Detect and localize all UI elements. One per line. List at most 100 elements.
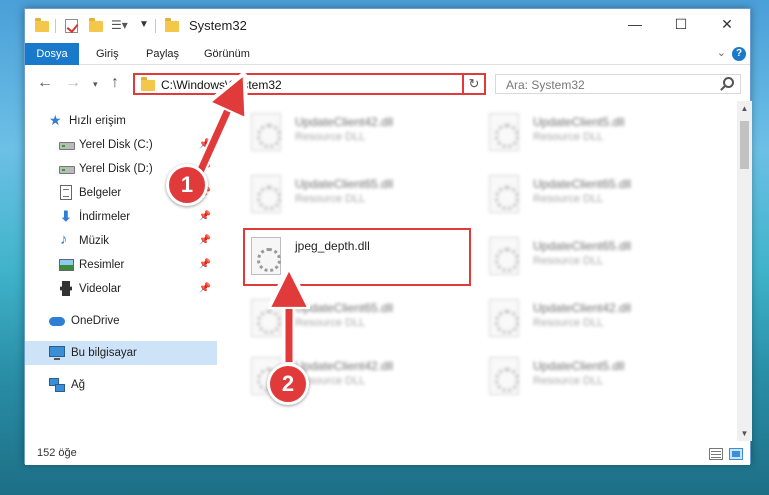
file-item[interactable]: UpdateClient42.dll Resource DLL [483,295,703,347]
network-icon [49,378,65,392]
dll-file-icon [489,113,519,151]
file-item[interactable]: UpdateClient65.dll Resource DLL [483,171,703,223]
properties-icon[interactable] [65,19,78,33]
computer-icon [49,346,65,360]
scrollbar-thumb[interactable] [740,121,749,169]
navigation-pane: ★ Hızlı erişim Yerel Disk (C:) 📌 Yerel D… [25,101,219,441]
scroll-down-icon[interactable]: ▼ [737,426,752,441]
pin-icon[interactable]: 📌 [199,229,211,253]
sidebar-item-network[interactable]: Ağ [25,373,217,397]
search-placeholder: Ara: System32 [506,78,585,92]
pin-icon[interactable]: 📌 [199,253,211,277]
maximize-button[interactable]: ☐ [658,9,704,39]
window-title: System32 [189,18,247,33]
sidebar-item-label: Belgeler [79,187,122,199]
file-item[interactable]: UpdateClient42.dll Resource DLL [245,109,465,161]
folder-icon[interactable] [35,18,49,32]
tab-view[interactable]: Görünüm [193,43,261,65]
recent-locations-button[interactable]: ▾ [93,79,98,90]
file-name: UpdateClient42.dll [295,359,394,373]
sidebar-item-videos[interactable]: Videolar 📌 [25,277,217,301]
ribbon-tabs: Dosya Giriş Paylaş Görünüm ⌄ ? [25,43,750,95]
file-type: Resource DLL [533,193,604,205]
close-button[interactable]: ✕ [704,9,750,39]
file-name: UpdateClient42.dll [533,301,632,315]
file-item[interactable]: UpdateClient65.dll Resource DLL [245,295,465,347]
dll-file-icon [489,357,519,395]
refresh-button[interactable]: ↻ [462,73,486,95]
folder-icon [165,18,179,32]
expand-ribbon-icon[interactable]: ⌄ [717,46,726,59]
file-name: UpdateClient5.dll [533,359,625,373]
drive-icon [59,166,75,174]
file-item[interactable]: UpdateClient5.dll Resource DLL [483,353,703,405]
file-item[interactable]: UpdateClient65.dll Resource DLL [483,233,703,285]
address-bar[interactable]: C:\Windows\System32 ⌄ [133,73,485,95]
star-icon: ★ [49,112,62,128]
new-folder-icon[interactable] [89,18,103,32]
up-button[interactable]: ↑ [111,74,119,92]
sidebar-item-label: Müzik [79,235,110,247]
search-icon[interactable] [723,77,734,88]
chevron-down-icon[interactable]: ▼ [139,19,149,30]
status-bar: 152 öğe [25,443,750,465]
file-type: Resource DLL [295,131,366,143]
sidebar-item-local-disk-c[interactable]: Yerel Disk (C:) 📌 [25,133,217,157]
drive-icon [59,142,75,150]
step-badge-2: 2 [267,363,309,405]
file-name: UpdateClient65.dll [295,177,394,191]
divider [155,19,156,33]
tab-share[interactable]: Paylaş [135,43,190,65]
sidebar-item-label: Resimler [79,259,125,271]
help-icon[interactable]: ? [732,47,746,61]
sidebar-item-label: OneDrive [71,315,120,327]
sidebar-item-label: Bu bilgisayar [71,347,137,359]
dll-file-icon [489,299,519,337]
large-icons-view-icon[interactable] [729,448,743,460]
vertical-scrollbar[interactable]: ▲ ▼ [737,101,752,441]
file-name: UpdateClient65.dll [533,177,632,191]
sidebar-item-label: Yerel Disk (C:) [79,139,153,151]
tab-home[interactable]: Giriş [85,43,130,65]
cloud-icon [49,317,65,326]
forward-button[interactable]: → [65,74,81,92]
sidebar-item-pictures[interactable]: Resimler 📌 [25,253,217,277]
sidebar-item-label: Ağ [71,379,86,391]
pin-icon[interactable]: 📌 [199,133,211,157]
title-bar: ☰▾ ▼ System32 — ☐ ✕ [25,9,750,43]
address-path: C:\Windows\System32 [161,78,282,92]
music-icon: ♪ [60,231,68,248]
file-name: UpdateClient65.dll [533,239,632,253]
sidebar-item-label: Hızlı erişim [69,115,126,127]
navigation-bar: ← → ▾ ↑ C:\Windows\System32 ⌄ ↻ Ara: Sys… [25,65,750,101]
details-view-icon[interactable] [709,448,723,460]
file-name: UpdateClient5.dll [533,115,625,129]
file-item[interactable]: UpdateClient65.dll Resource DLL [245,171,465,223]
sidebar-item-label: İndirmeler [79,211,131,223]
sidebar-item-downloads[interactable]: ⬇ İndirmeler 📌 [25,205,217,229]
minimize-button[interactable]: — [612,9,658,39]
video-icon [60,281,72,296]
sidebar-item-onedrive[interactable]: OneDrive [25,309,217,333]
file-highlight-box [243,228,471,286]
pin-icon[interactable]: 📌 [199,205,211,229]
file-item[interactable]: UpdateClient5.dll Resource DLL [483,109,703,161]
customize-toolbar-icon[interactable]: ☰▾ [111,18,128,32]
download-icon: ⬇ [60,208,72,224]
dll-file-icon [251,113,281,151]
search-input[interactable]: Ara: System32 [495,74,741,94]
step-badge-1: 1 [166,164,208,206]
dll-file-icon [251,299,281,337]
pin-icon[interactable]: 📌 [199,277,211,301]
item-count: 152 öğe [37,447,77,459]
scroll-up-icon[interactable]: ▲ [737,101,752,116]
dll-file-icon [251,175,281,213]
file-name: UpdateClient42.dll [295,115,394,129]
sidebar-item-music[interactable]: ♪ Müzik 📌 [25,229,217,253]
back-button[interactable]: ← [37,74,53,92]
sidebar-item-quick-access[interactable]: ★ Hızlı erişim [25,109,217,133]
file-type: Resource DLL [295,317,366,329]
file-type: Resource DLL [533,317,604,329]
sidebar-item-this-pc[interactable]: Bu bilgisayar [25,341,217,365]
file-name: UpdateClient65.dll [295,301,394,315]
